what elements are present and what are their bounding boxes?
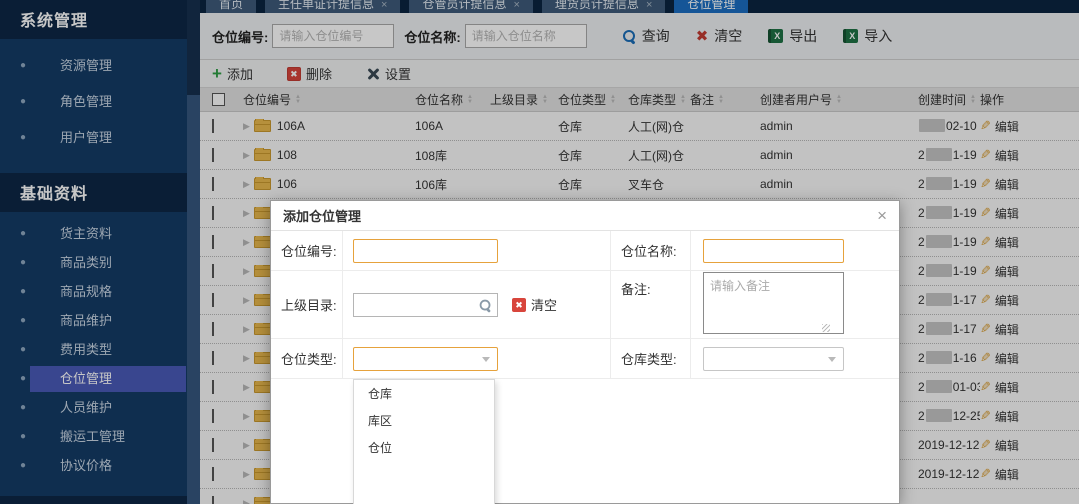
type-select-dropdown: 仓库库区仓位 [353,379,495,504]
modal-parent-input[interactable] [353,293,498,317]
modal-form: 仓位编号: 仓位名称: 上级目录: ✖ 清空 备注: [271,231,899,379]
modal-remark-label: 备注: [611,271,691,339]
app-window: 系统管理●资源管理●角色管理●用户管理基础资料●货主资料●商品类别●商品规格●商… [0,0,1079,504]
chevron-down-icon [828,357,836,362]
parent-clear-label[interactable]: 清空 [531,295,557,314]
parent-clear-icon[interactable]: ✖ [512,298,526,312]
modal-code-label: 仓位编号: [271,231,343,271]
dropdown-option-库区[interactable]: 库区 [354,407,494,434]
modal-name-input[interactable] [703,239,844,263]
chevron-down-icon [482,357,490,362]
modal-close-icon[interactable]: × [877,207,887,224]
dropdown-option-仓库[interactable]: 仓库 [354,380,494,407]
parent-search-icon[interactable] [480,299,492,311]
modal-remark-textarea[interactable] [703,272,844,334]
modal-type-select[interactable] [353,347,498,371]
modal-name-label: 仓位名称: [611,231,691,271]
add-location-modal: 添加仓位管理 × 仓位编号: 仓位名称: 上级目录: ✖ 清空 备注: [270,200,900,504]
dropdown-option-仓位[interactable]: 仓位 [354,434,494,461]
modal-header: 添加仓位管理 × [271,201,899,231]
modal-wh-type-select[interactable] [703,347,844,371]
modal-code-input[interactable] [353,239,498,263]
modal-type-label: 仓位类型: [271,339,343,379]
modal-parent-label: 上级目录: [271,271,343,339]
modal-wh-type-label: 仓库类型: [611,339,691,379]
modal-title: 添加仓位管理 [283,206,877,225]
